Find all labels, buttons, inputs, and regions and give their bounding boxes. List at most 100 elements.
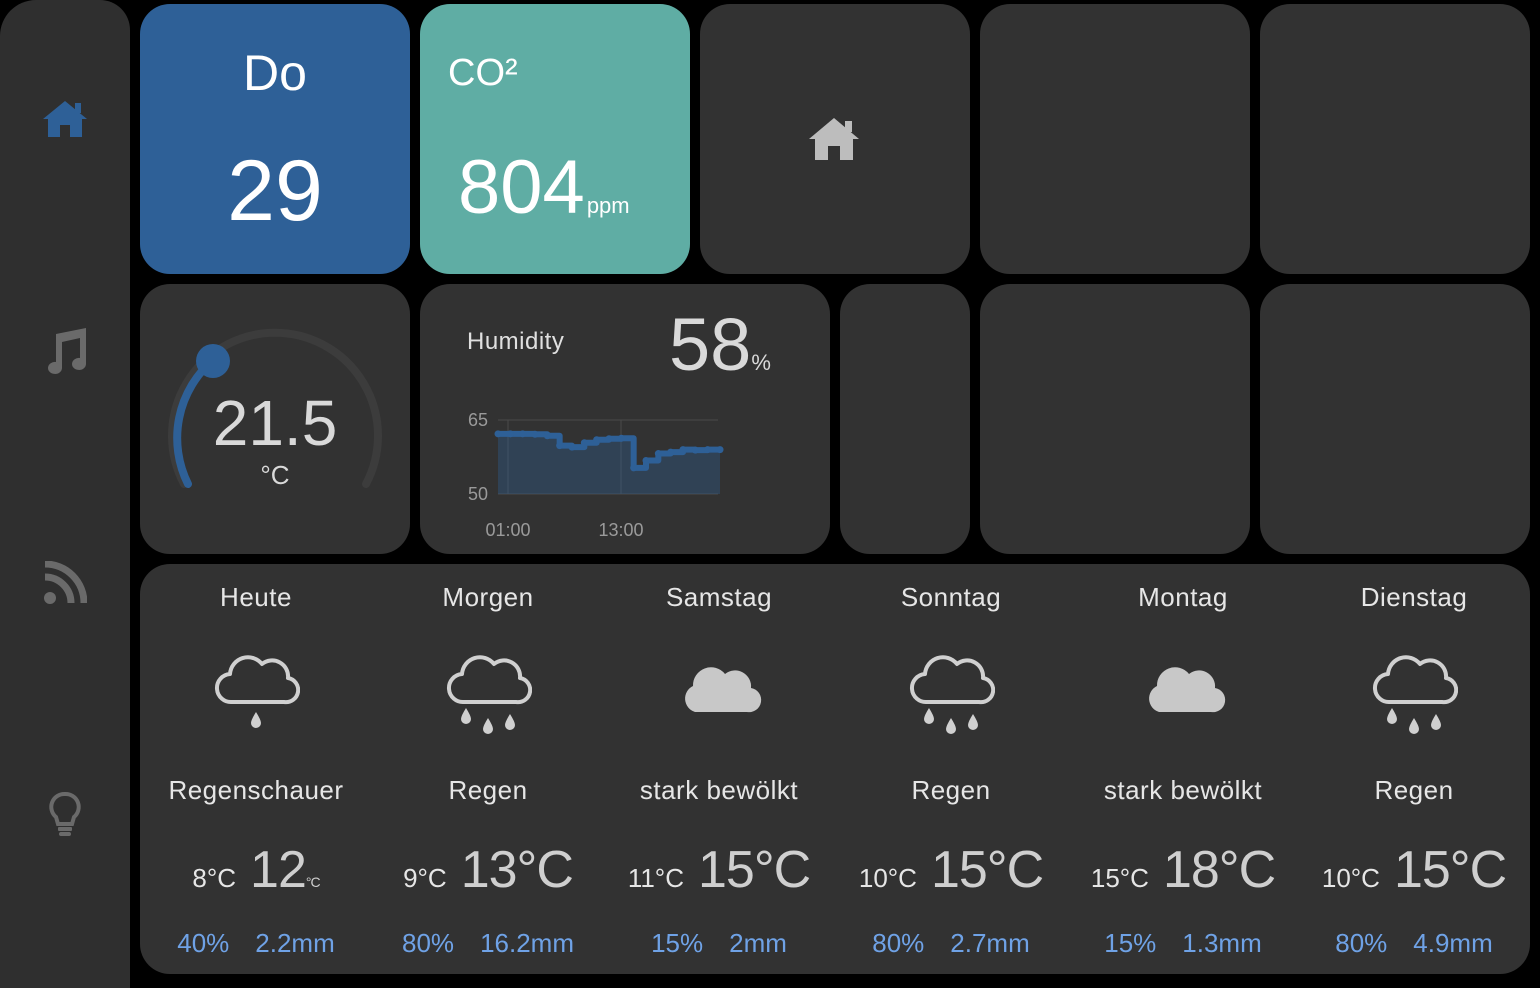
humidity-point <box>716 446 724 454</box>
co2-unit: ppm <box>586 193 630 218</box>
humidity-area <box>498 433 720 494</box>
forecast-max-temp: 15°C <box>697 840 811 900</box>
forecast-description: Regen <box>1374 775 1454 805</box>
forecast-precip-chance: 80% <box>1335 928 1388 958</box>
cloudy-icon <box>685 667 762 713</box>
thermostat-unit: °C <box>260 460 290 490</box>
forecast-precip-amount: 1.3mm <box>1182 928 1262 958</box>
date-tile[interactable]: Do 29 <box>140 4 410 274</box>
forecast-precip-amount: 2.7mm <box>950 928 1030 958</box>
humidity-point <box>580 439 588 447</box>
sidebar-item-music[interactable] <box>40 326 90 376</box>
forecast-day-label: Montag <box>1138 582 1228 612</box>
sidebar-item-feed[interactable] <box>40 558 90 608</box>
lightbulb-icon <box>49 792 81 836</box>
forecast-max-temp: 18°C <box>1162 840 1276 900</box>
forecast-max-value: 15°C <box>697 841 811 899</box>
rain-icon <box>446 655 532 734</box>
humidity-chart: 65 50 01:00 13:00 <box>468 410 724 540</box>
co2-label: CO² <box>448 52 518 94</box>
humidity-point <box>642 456 650 464</box>
humidity-point <box>691 446 699 454</box>
forecast-day-label: Heute <box>220 582 292 612</box>
humidity-point <box>494 430 502 438</box>
forecast-precip-chance: 80% <box>402 928 455 958</box>
rain-icon <box>909 655 995 734</box>
forecast-description: Regen <box>448 775 528 805</box>
co2-tile[interactable]: CO² 804 ppm <box>420 4 690 274</box>
thermostat-tile[interactable]: 21.5 °C <box>140 284 410 554</box>
forecast-day: Morgen Regen 9°C 13°C 80% 16.2mm <box>372 564 604 974</box>
y-tick-label: 50 <box>468 484 488 504</box>
humidity-point <box>531 430 539 438</box>
forecast-min-temp: 9°C <box>403 863 447 893</box>
forecast-max-value: 15°C <box>930 841 1044 899</box>
forecast-max-value: 13°C <box>460 841 574 899</box>
music-icon <box>48 328 86 374</box>
empty-tile <box>980 284 1250 554</box>
forecast-max-temp: 13°C <box>460 840 574 900</box>
empty-tile <box>1260 4 1530 274</box>
weekday-label: Do <box>243 45 307 101</box>
humidity-point <box>630 464 638 472</box>
forecast-precip-chance: 15% <box>651 928 704 958</box>
humidity-tile[interactable]: Humidity 58 % 65 50 01:00 13:00 <box>420 284 830 554</box>
forecast-precip-chance: 15% <box>1104 928 1157 958</box>
forecast-day-label: Sonntag <box>900 582 1002 612</box>
humidity-point <box>679 446 687 454</box>
forecast-description: Regen <box>911 775 991 805</box>
y-tick-label: 65 <box>468 410 488 430</box>
cloudy-icon <box>1149 667 1226 713</box>
empty-tile <box>980 4 1250 274</box>
forecast-min-temp: 15°C <box>1090 863 1149 893</box>
forecast-min-temp: 10°C <box>858 863 917 893</box>
forecast-min-temp: 11°C <box>627 863 684 893</box>
forecast-day-label: Morgen <box>442 582 534 612</box>
humidity-point <box>568 443 576 451</box>
forecast-day-label: Samstag <box>665 582 773 612</box>
forecast-max-temp: 12°C <box>250 840 321 900</box>
empty-tile <box>840 284 970 554</box>
weather-forecast: Heute Regenschauer 8°C 12°C 40% 2.2mm Mo… <box>140 564 1530 974</box>
rain-showers-icon <box>214 655 300 728</box>
forecast-max-value: 15°C <box>1393 841 1507 899</box>
forecast-day: Samstag stark bewölkt 11°C 15°C 15% 2mm <box>603 564 835 974</box>
humidity-point <box>506 430 514 438</box>
forecast-day-label: Dienstag <box>1360 582 1468 612</box>
humidity-point <box>704 446 712 454</box>
rain-icon <box>1372 655 1458 734</box>
sidebar-item-lights[interactable] <box>40 790 90 840</box>
forecast-description: stark bewölkt <box>1103 775 1263 805</box>
forecast-max-value: 12 <box>250 841 307 899</box>
rss-icon <box>44 561 87 604</box>
forecast-day: Heute Regenschauer 8°C 12°C 40% 2.2mm <box>140 564 372 974</box>
humidity-point <box>556 442 564 450</box>
forecast-precip-amount: 4.9mm <box>1413 928 1493 958</box>
forecast-day: Sonntag Regen 10°C 15°C 80% 2.7mm <box>835 564 1067 974</box>
forecast-max-unit: °C <box>305 874 321 890</box>
forecast-day: Montag stark bewölkt 15°C 18°C 15% 1.3mm <box>1067 564 1299 974</box>
humidity-point <box>543 432 551 440</box>
humidity-point <box>617 434 625 442</box>
humidity-point <box>605 435 613 443</box>
home-icon <box>809 118 859 160</box>
thermostat-value: 21.5 <box>212 387 338 459</box>
co2-value: 804 <box>458 145 585 230</box>
forecast-max-value: 18°C <box>1162 841 1276 899</box>
humidity-point <box>667 448 675 456</box>
forecast-description: stark bewölkt <box>639 775 799 805</box>
forecast-min-temp: 8°C <box>192 863 237 893</box>
humidity-point <box>654 450 662 458</box>
forecast-precip-amount: 16.2mm <box>480 928 574 958</box>
humidity-point <box>519 430 527 438</box>
sidebar-item-home[interactable] <box>40 94 90 144</box>
x-tick-label: 13:00 <box>598 520 643 540</box>
forecast-min-temp: 10°C <box>1321 863 1380 893</box>
day-number: 29 <box>227 143 323 239</box>
home-tile[interactable] <box>700 4 970 274</box>
forecast-precip-chance: 80% <box>872 928 925 958</box>
sidebar <box>0 0 130 988</box>
humidity-point <box>593 436 601 444</box>
x-tick-label: 01:00 <box>485 520 530 540</box>
forecast-precip-amount: 2mm <box>729 928 787 958</box>
